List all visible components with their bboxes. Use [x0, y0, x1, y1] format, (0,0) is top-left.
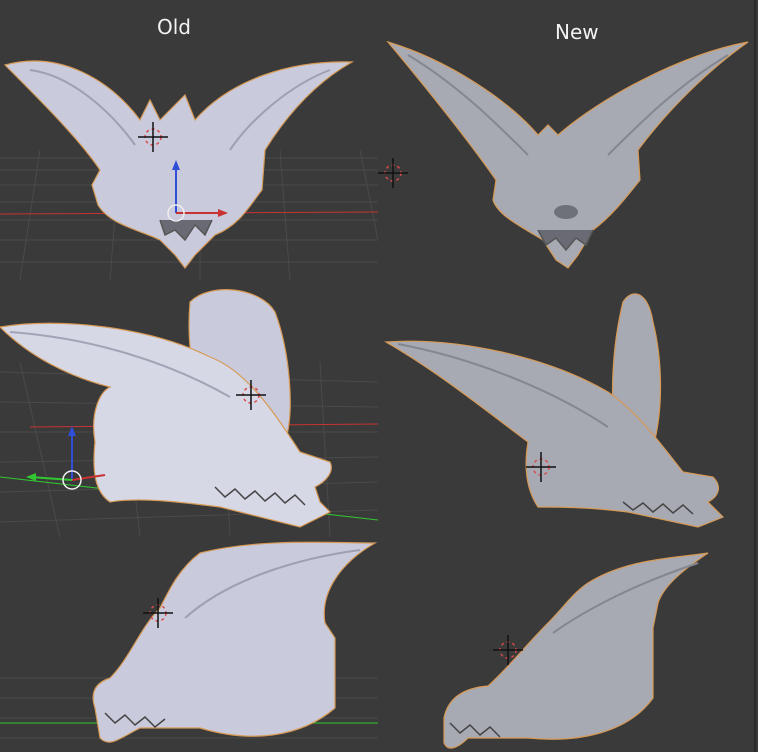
- old-angle-svg: [0, 541, 378, 743]
- viewport-canvas[interactable]: Old New: [0, 0, 758, 752]
- old-side-svg: [0, 289, 378, 537]
- snout: [554, 205, 578, 219]
- old-angle-head-mesh: [92, 541, 378, 743]
- viewport-new-front[interactable]: [378, 40, 754, 280]
- z-arrow-head[interactable]: [68, 426, 76, 436]
- teeth: [537, 229, 594, 252]
- new-side-head-mesh: [383, 340, 725, 528]
- y-arrow[interactable]: [29, 476, 73, 481]
- new-angle-svg: [443, 552, 709, 749]
- new-angle-head-mesh: [443, 552, 709, 749]
- viewport-old-angle[interactable]: [0, 538, 378, 752]
- old-front-head-mesh: [3, 60, 355, 269]
- viewport-old-front[interactable]: [0, 40, 378, 280]
- viewport-new-side[interactable]: [378, 282, 754, 537]
- new-front-svg: [378, 40, 749, 269]
- new-side-svg: [383, 293, 725, 528]
- 3d-cursor-icon[interactable]: [378, 158, 408, 188]
- label-old: Old: [157, 15, 191, 39]
- viewport-new-angle[interactable]: [378, 538, 754, 752]
- old-front-svg: [0, 60, 378, 280]
- right-border: [754, 0, 756, 752]
- viewport-old-side[interactable]: [0, 282, 378, 537]
